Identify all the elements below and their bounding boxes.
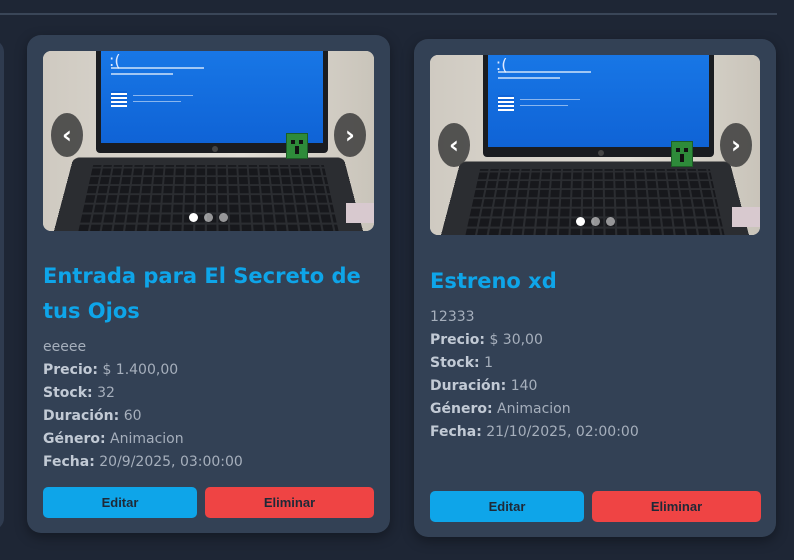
product-info: Precio: $ 30,00 Stock: 1 Duración: 140 G…	[430, 329, 639, 444]
carousel-prev-button[interactable]: ‹	[438, 123, 470, 167]
genre-value: Animacion	[497, 401, 571, 417]
date-value: 21/10/2025, 02:00:00	[486, 424, 639, 440]
image-carousel[interactable]: :( ‹ ›	[43, 51, 374, 231]
date-value: 20/9/2025, 03:00:00	[99, 454, 243, 470]
price-row: Precio: $ 1.400,00	[43, 362, 179, 378]
carousel-indicators	[430, 217, 760, 226]
date-row: Fecha: 21/10/2025, 02:00:00	[430, 424, 639, 440]
previous-card-edge	[0, 40, 4, 530]
product-title: Estreno xd	[430, 269, 557, 293]
duration-row: Duración: 140	[430, 378, 538, 394]
carousel-prev-button[interactable]: ‹	[51, 113, 83, 157]
image-carousel[interactable]: :( ‹ ›	[430, 55, 760, 235]
stock-row: Stock: 1	[430, 355, 493, 371]
stock-row: Stock: 32	[43, 385, 115, 401]
carousel-dot-2[interactable]	[204, 213, 213, 222]
genre-row: Género: Animacion	[43, 431, 184, 447]
top-divider	[0, 13, 777, 15]
product-grid: :( ‹ › Entrada para El Secreto de tus Oj…	[0, 0, 794, 560]
carousel-dot-2[interactable]	[590, 217, 600, 226]
duration-row: Duración: 60	[43, 408, 142, 424]
product-info: Precio: $ 1.400,00 Stock: 32 Duración: 6…	[43, 359, 243, 474]
carousel-dot-1[interactable]	[189, 213, 198, 222]
date-row: Fecha: 20/9/2025, 03:00:00	[43, 454, 243, 470]
carousel-dot-1[interactable]	[575, 217, 585, 226]
edit-button[interactable]: Editar	[43, 487, 197, 518]
product-card: :( ‹ › E	[414, 39, 776, 537]
genre-value: Animacion	[110, 431, 184, 447]
delete-button[interactable]: Eliminar	[205, 487, 374, 518]
carousel-image: :(	[430, 55, 760, 235]
price-value: $ 1.400,00	[102, 362, 179, 378]
genre-row: Género: Animacion	[430, 401, 571, 417]
product-card: :( ‹ › E	[27, 35, 390, 533]
product-title: Entrada para El Secreto de tus Ojos	[43, 264, 361, 323]
duration-value: 140	[510, 378, 538, 394]
carousel-dot-3[interactable]	[605, 217, 615, 226]
carousel-indicators	[43, 213, 374, 222]
delete-button[interactable]: Eliminar	[592, 491, 761, 522]
carousel-next-button[interactable]: ›	[334, 113, 366, 157]
carousel-image: :(	[43, 51, 374, 231]
duration-value: 60	[123, 408, 142, 424]
price-row: Precio: $ 30,00	[430, 332, 543, 348]
product-description: eeeee	[43, 339, 87, 355]
stock-value: 32	[97, 385, 115, 401]
product-description: 12333	[430, 309, 475, 325]
carousel-dot-3[interactable]	[219, 213, 228, 222]
price-value: $ 30,00	[489, 332, 543, 348]
carousel-next-button[interactable]: ›	[720, 123, 752, 167]
edit-button[interactable]: Editar	[430, 491, 584, 522]
stock-value: 1	[484, 355, 493, 371]
